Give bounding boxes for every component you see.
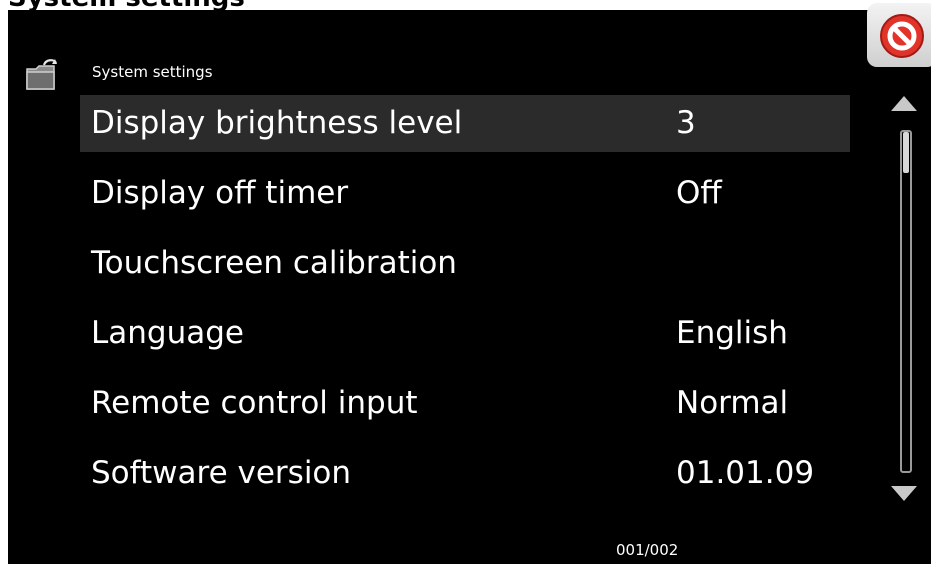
settings-row-label: Remote control input: [91, 385, 418, 421]
settings-row[interactable]: Software version 01.01.09: [80, 445, 850, 502]
settings-list: Display brightness level 3 Display off tim…: [80, 95, 850, 515]
settings-row-value: 3: [676, 105, 696, 141]
settings-screen: System settings Display brightness level…: [8, 10, 931, 564]
settings-row[interactable]: Touchscreen calibration: [80, 235, 850, 292]
settings-row[interactable]: Language English: [80, 305, 850, 362]
page-indicator: 001/002: [616, 541, 679, 559]
screen-title: System settings: [92, 63, 213, 81]
no-entry-icon: [880, 14, 924, 58]
settings-row-label: Touchscreen calibration: [91, 245, 457, 281]
scrollbar-thumb[interactable]: [903, 132, 909, 173]
settings-row-value: English: [676, 315, 788, 351]
settings-row-label: Software version: [91, 455, 352, 491]
folder-back-icon[interactable]: [24, 57, 60, 93]
triangle-up-icon[interactable]: [891, 96, 917, 111]
settings-row-label: Language: [91, 315, 244, 351]
settings-row-value: Normal: [676, 385, 789, 421]
settings-row[interactable]: Display brightness level 3: [80, 95, 850, 152]
settings-row-value: Off: [676, 175, 722, 211]
settings-row-label: Display brightness level: [91, 105, 463, 141]
close-button[interactable]: [867, 3, 931, 67]
settings-row[interactable]: Display off timer Off: [80, 165, 850, 222]
triangle-down-icon[interactable]: [891, 486, 917, 501]
settings-row-value: 01.01.09: [676, 455, 815, 491]
settings-row[interactable]: Remote control input Normal: [80, 375, 850, 432]
scrollbar-track[interactable]: [900, 130, 912, 473]
settings-row-label: Display off timer: [91, 175, 349, 211]
